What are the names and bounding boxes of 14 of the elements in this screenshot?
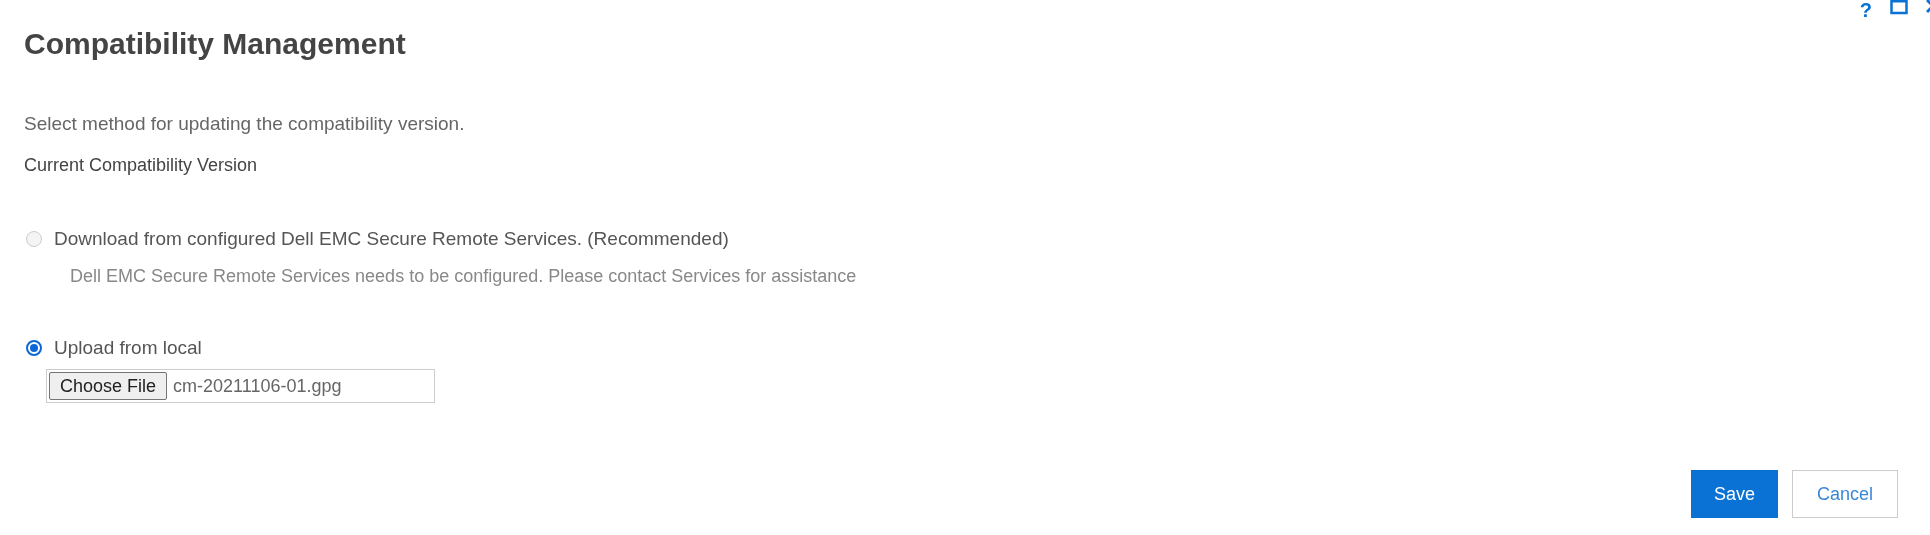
option-note: Dell EMC Secure Remote Services needs to be configured. Please contact Services for assistance [70, 266, 858, 287]
cancel-button[interactable]: Cancel [1791, 470, 1898, 518]
help-icon[interactable]: ? [1859, 0, 1872, 21]
save-button[interactable]: Save [1690, 470, 1778, 518]
option-label: Upload from local [54, 337, 202, 359]
description-text: Select method for updating the compatibility version. [24, 113, 466, 135]
radio-button[interactable] [26, 340, 42, 356]
dialog-title: Compatibility Management [24, 27, 407, 61]
option-label: Download from configured Dell EMC Secure Remote Services. (Recommended) [54, 228, 729, 250]
current-version-label: Current Compatibility Version [24, 155, 259, 176]
file-field[interactable]: Choose File cm-20211106-01.gpg [46, 369, 435, 403]
choose-file-button[interactable]: Choose File [49, 372, 168, 400]
file-name: cm-20211106-01.gpg [173, 375, 342, 397]
maximize-icon[interactable] [1890, 0, 1908, 15]
